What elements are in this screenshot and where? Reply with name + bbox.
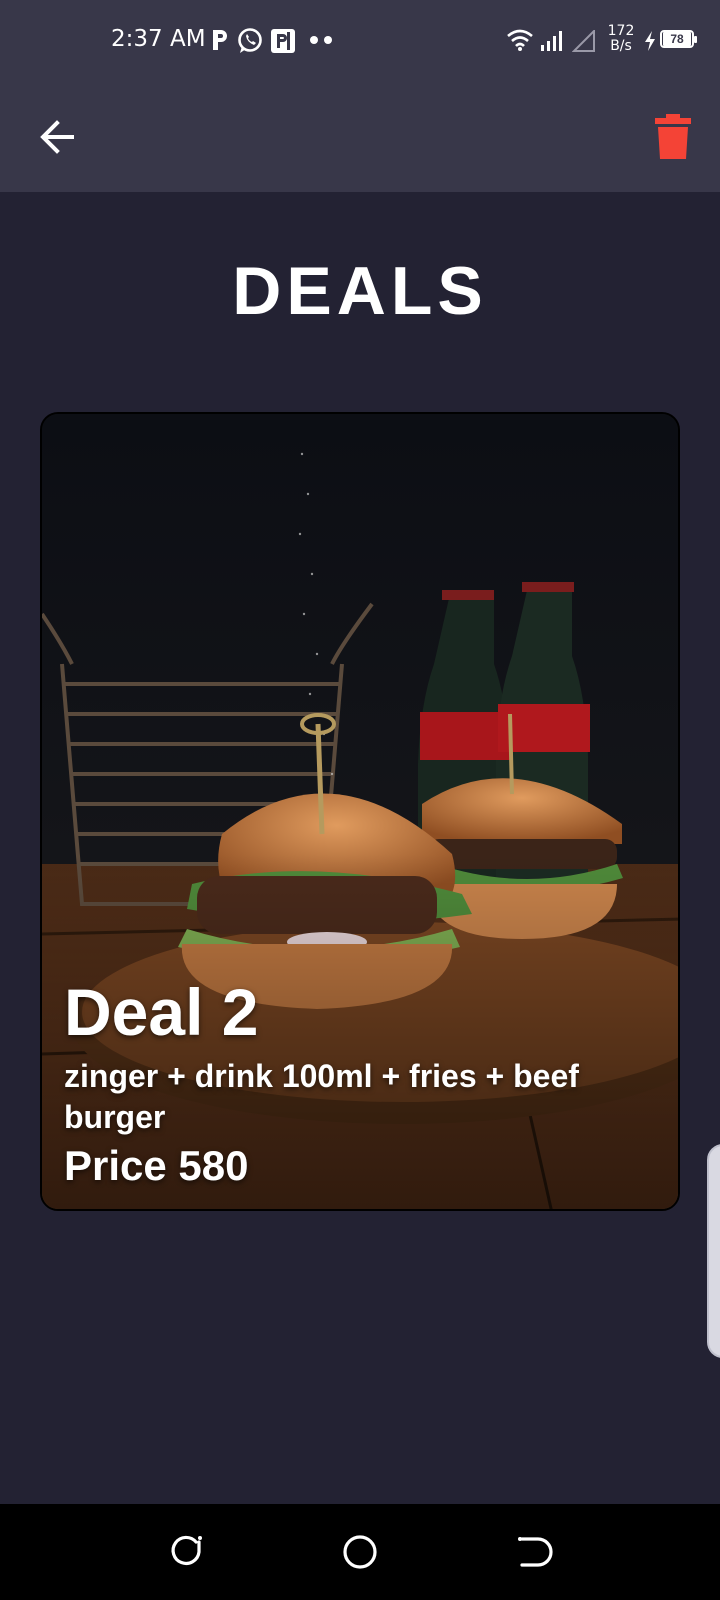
parking-app-icon	[271, 29, 295, 53]
wifi-icon	[507, 29, 533, 51]
deal-card[interactable]: Deal 2 zinger + drink 100ml + fries + be…	[40, 412, 680, 1211]
trash-icon[interactable]	[650, 112, 696, 162]
deal-items: zinger + drink 100ml + fries + beef burg…	[64, 1058, 579, 1135]
battery-level: 78	[663, 32, 691, 46]
edge-scroll-handle[interactable]	[707, 1144, 720, 1358]
home-icon[interactable]	[334, 1526, 386, 1578]
p-icon	[213, 30, 227, 50]
signal-icon	[541, 31, 562, 51]
status-bar: 2:37 AM 172 B/s 78	[0, 0, 720, 82]
page-title: DEALS	[232, 253, 488, 329]
net-speed-value: 172	[607, 23, 635, 39]
whatsapp-icon	[238, 28, 262, 53]
more-dots-icon	[310, 36, 332, 44]
app-bar	[0, 82, 720, 192]
deal-price: Price 580	[64, 1142, 249, 1189]
system-nav-bar	[0, 1504, 720, 1600]
charging-icon	[645, 31, 655, 51]
back-icon[interactable]	[508, 1526, 560, 1578]
status-time: 2:37 AM	[111, 26, 206, 52]
net-speed: 172 B/s	[604, 24, 638, 54]
deal-name: Deal 2	[64, 975, 259, 1049]
battery-icon: 78	[660, 30, 697, 48]
signal-empty-icon	[572, 30, 595, 52]
recents-icon[interactable]	[160, 1526, 212, 1578]
net-speed-unit: B/s	[610, 38, 632, 54]
arrow-left-icon[interactable]	[32, 112, 82, 162]
